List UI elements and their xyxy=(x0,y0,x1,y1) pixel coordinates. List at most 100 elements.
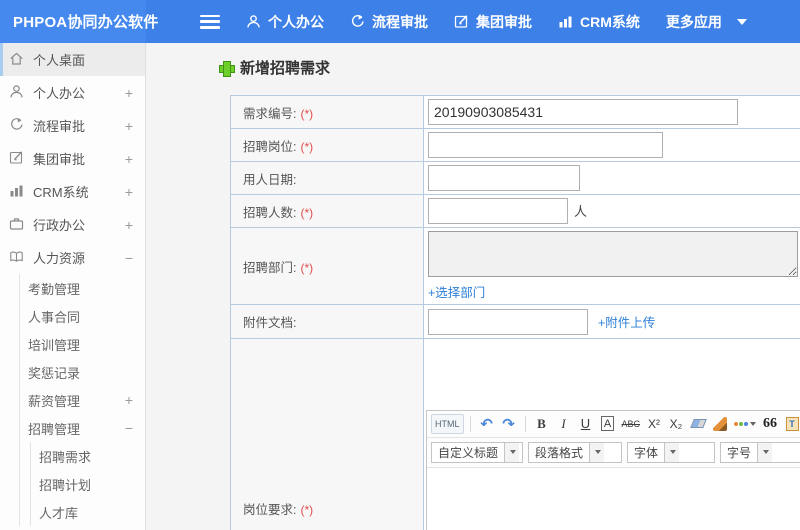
nav-item-crm[interactable]: CRM系统 xyxy=(558,12,640,32)
sidebar-item-talent-pool[interactable]: 人才库 xyxy=(31,498,145,526)
required-marker: (*) xyxy=(300,503,314,517)
table-row: 用人日期: xyxy=(230,161,800,195)
undo-icon[interactable]: ↶ xyxy=(477,414,497,434)
select-value: 字体 xyxy=(634,445,659,460)
sidebar-item-admin-office[interactable]: 行政办公 + xyxy=(0,208,145,241)
toolbar-separator xyxy=(469,415,471,432)
recruit-position-input[interactable] xyxy=(428,132,663,158)
recruit-department-textarea[interactable] xyxy=(428,231,798,277)
emotion-picker-button[interactable] xyxy=(732,414,758,434)
nav-item-group-approval[interactable]: 集团审批 xyxy=(454,12,532,32)
expand-plus-icon[interactable]: + xyxy=(125,85,133,101)
person-icon xyxy=(9,84,33,102)
expand-plus-icon[interactable]: + xyxy=(125,217,133,233)
subscript-button[interactable]: X₂ xyxy=(666,414,686,434)
custom-title-select[interactable]: 自定义标题 xyxy=(431,441,523,463)
sidebar-item-personal-desktop[interactable]: 个人桌面 xyxy=(0,43,145,76)
sidebar-item-salary-mgmt[interactable]: 薪资管理 + xyxy=(20,386,145,414)
paragraph-format-select[interactable]: 段落格式 xyxy=(528,441,622,463)
sidebar-item-recruit-mgmt[interactable]: 招聘管理 − xyxy=(20,414,145,442)
sidebar-item-crm[interactable]: CRM系统 + xyxy=(0,175,145,208)
expand-minus-icon[interactable]: − xyxy=(125,250,133,266)
select-value: 段落格式 xyxy=(535,445,584,460)
expand-plus-icon[interactable]: + xyxy=(125,392,133,408)
rich-text-editor: HTML ↶ ↷ B I U A ABC X² X₂ 66 T 自定义标题 段落… xyxy=(426,409,800,530)
sidebar-item-training-mgmt[interactable]: 培训管理 xyxy=(20,330,145,358)
page-title: 新增招聘需求 xyxy=(219,57,800,78)
table-row: 招聘部门: (*) +选择部门 xyxy=(230,227,800,305)
bar-chart-icon xyxy=(9,183,33,201)
autotypeset-icon[interactable]: A xyxy=(600,416,615,431)
sidebar-item-hr-contracts[interactable]: 人事合同 xyxy=(20,302,145,330)
italic-button[interactable]: I xyxy=(554,414,574,434)
attachment-upload-link[interactable]: +附件上传 xyxy=(598,312,655,331)
strikethrough-button[interactable]: ABC xyxy=(620,414,643,434)
expand-plus-icon[interactable]: + xyxy=(125,118,133,134)
sidebar-item-label: 人事合同 xyxy=(28,309,81,325)
font-size-select[interactable]: 字号 xyxy=(720,441,800,463)
sidebar-item-personal-office[interactable]: 个人办公 + xyxy=(0,76,145,109)
edit-square-icon xyxy=(454,14,469,29)
select-value: 自定义标题 xyxy=(438,445,499,460)
nav-item-label: CRM系统 xyxy=(580,13,640,30)
recruit-demand-form: 需求编号:(*) 招聘岗位:(*) 用人日期: 招聘人数:(*) 人 招聘部门:… xyxy=(230,95,800,530)
sidebar-item-label: 培训管理 xyxy=(28,337,81,353)
eraser-icon[interactable] xyxy=(689,419,707,428)
bold-button[interactable]: B xyxy=(532,414,552,434)
expand-plus-icon[interactable]: + xyxy=(125,184,133,200)
sidebar-item-group-approval[interactable]: 集团审批 + xyxy=(0,142,145,175)
headcount-input[interactable] xyxy=(428,198,568,224)
emotion-icon xyxy=(734,421,749,426)
briefcase-icon xyxy=(9,216,33,234)
person-icon xyxy=(246,14,261,29)
format-brush-icon[interactable] xyxy=(713,416,728,431)
redo-icon[interactable]: ↷ xyxy=(499,414,519,434)
caret-down-icon xyxy=(750,421,757,426)
nav-item-label: 集团审批 xyxy=(476,13,532,30)
sidebar-item-label: 考勤管理 xyxy=(28,281,81,297)
app-logo[interactable]: PHPOA协同办公软件 xyxy=(0,0,158,43)
bar-chart-icon xyxy=(558,14,573,29)
nav-item-label: 流程审批 xyxy=(372,13,428,30)
edit-square-icon xyxy=(9,150,33,168)
expand-minus-icon[interactable]: − xyxy=(125,420,133,436)
field-label: 招聘岗位: xyxy=(243,139,297,154)
underline-button[interactable]: U xyxy=(576,414,596,434)
table-row: 附件文档: +附件上传 xyxy=(230,304,800,339)
demand-number-input[interactable] xyxy=(428,99,738,125)
menu-toggle-icon[interactable] xyxy=(200,14,220,29)
home-icon xyxy=(9,51,33,69)
required-marker: (*) xyxy=(300,139,314,154)
superscript-button[interactable]: X² xyxy=(644,414,664,434)
sidebar-item-human-resources[interactable]: 人力资源 − xyxy=(0,241,145,274)
blockquote-button[interactable]: 66 xyxy=(760,414,780,434)
font-family-select[interactable]: 字体 xyxy=(627,441,715,463)
expand-plus-icon[interactable]: + xyxy=(125,151,133,167)
nav-item-personal-office[interactable]: 个人办公 xyxy=(246,12,324,32)
page-title-text: 新增招聘需求 xyxy=(240,60,331,77)
sidebar-item-label: 人才库 xyxy=(39,505,79,521)
caret-down-icon[interactable] xyxy=(664,442,680,462)
nav-item-more-apps[interactable]: 更多应用 xyxy=(666,12,747,32)
html-source-button[interactable]: HTML xyxy=(431,413,464,434)
select-value: 字号 xyxy=(727,445,752,460)
paste-text-icon[interactable]: T xyxy=(785,416,799,431)
caret-down-icon[interactable] xyxy=(757,442,773,462)
caret-down-icon[interactable] xyxy=(589,442,605,462)
nav-item-label: 更多应用 xyxy=(665,13,722,30)
required-marker: (*) xyxy=(300,205,314,220)
sidebar-item-workflow-approval[interactable]: 流程审批 + xyxy=(0,109,145,142)
editor-content-area[interactable] xyxy=(427,467,800,530)
attachment-input[interactable] xyxy=(428,308,588,335)
field-label: 附件文档: xyxy=(243,316,297,330)
table-row: 招聘岗位: (*) xyxy=(230,128,800,162)
nav-item-workflow-approval[interactable]: 流程审批 xyxy=(350,12,428,32)
sidebar-item-recruit-plan[interactable]: 招聘计划 xyxy=(31,470,145,498)
sidebar-item-recruit-demand[interactable]: 招聘需求 xyxy=(31,442,145,470)
hr-book-icon xyxy=(9,249,33,267)
select-department-link[interactable]: +选择部门 xyxy=(428,282,485,301)
sidebar-item-attendance-mgmt[interactable]: 考勤管理 xyxy=(20,274,145,302)
sidebar-item-rewards-records[interactable]: 奖惩记录 xyxy=(20,358,145,386)
caret-down-icon[interactable] xyxy=(504,442,520,462)
hire-date-input[interactable] xyxy=(428,165,580,191)
